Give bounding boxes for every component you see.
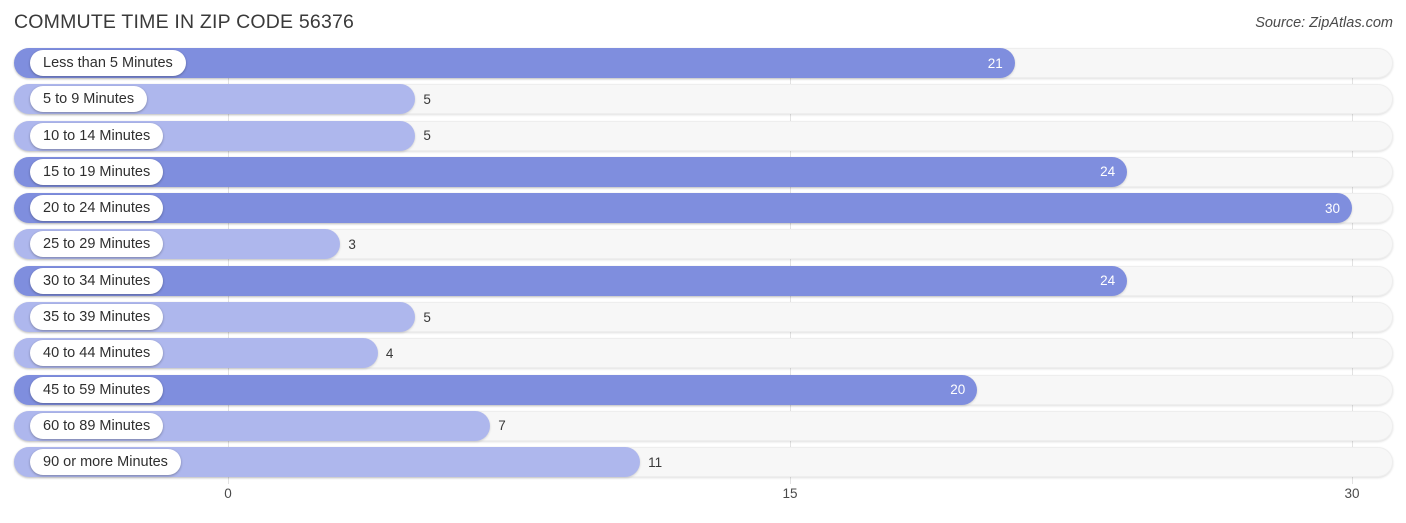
bar-row: 5 to 9 Minutes 5	[0, 84, 1406, 115]
bar-value-label: 5	[423, 309, 431, 325]
plot-area: Less than 5 Minutes 21 5 to 9 Minutes 5 10 t…	[0, 48, 1406, 484]
category-label-pill: 40 to 44 Minutes	[30, 340, 164, 367]
bar-row: 15 to 19 Minutes 24	[0, 156, 1406, 187]
category-label-pill: 10 to 14 Minutes	[30, 122, 164, 149]
page-title: COMMUTE TIME IN ZIP CODE 56376	[14, 11, 355, 33]
bar-row: 25 to 29 Minutes 3	[0, 229, 1406, 260]
bar-row: 60 to 89 Minutes 7	[0, 410, 1406, 441]
bar-value-label: 20	[950, 382, 966, 398]
category-label-pill: 5 to 9 Minutes	[30, 86, 148, 113]
bar-row: 20 to 24 Minutes 30	[0, 193, 1406, 224]
bar-value-label: 5	[423, 128, 431, 144]
x-tick-label: 0	[224, 486, 232, 501]
bar-row: 10 to 14 Minutes 5	[0, 120, 1406, 151]
bar[interactable]	[14, 193, 1352, 224]
category-label-pill: 30 to 34 Minutes	[30, 267, 164, 294]
category-label-pill: Less than 5 Minutes	[30, 50, 186, 76]
bar-value-label: 21	[987, 55, 1003, 71]
category-label-pill: 15 to 19 Minutes	[30, 158, 164, 185]
bar-row: 40 to 44 Minutes 4	[0, 338, 1406, 369]
category-label-pill: 35 to 39 Minutes	[30, 304, 164, 331]
bar-value-label: 3	[348, 236, 356, 252]
source-attribution: Source: ZipAtlas.com	[1255, 15, 1393, 31]
bar-row: 35 to 39 Minutes 5	[0, 302, 1406, 333]
commute-time-bar-chart: COMMUTE TIME IN ZIP CODE 56376 Source: Z…	[0, 0, 1406, 523]
bar-value-label: 11	[648, 454, 663, 470]
bar[interactable]	[14, 265, 1128, 296]
bar-value-label: 24	[1100, 273, 1116, 289]
category-label-pill: 60 to 89 Minutes	[30, 412, 164, 439]
bar-value-label: 5	[423, 91, 431, 107]
bar-rows: Less than 5 Minutes 21 5 to 9 Minutes 5 10 t…	[0, 48, 1406, 484]
bar-value-label: 7	[498, 418, 506, 434]
x-tick-label: 15	[782, 486, 798, 501]
bar-value-label: 24	[1100, 164, 1116, 180]
bar-row: Less than 5 Minutes 21	[0, 48, 1406, 78]
bar-row: 90 or more Minutes 11	[0, 447, 1406, 478]
bar-row: 45 to 59 Minutes 20	[0, 374, 1406, 405]
bar-value-label: 30	[1324, 200, 1340, 216]
category-label-pill: 20 to 24 Minutes	[30, 195, 164, 222]
bar-row: 30 to 34 Minutes 24	[0, 265, 1406, 296]
x-axis: 0 15 30	[0, 486, 1406, 516]
category-label-pill: 90 or more Minutes	[30, 449, 181, 476]
category-label-pill: 25 to 29 Minutes	[30, 231, 164, 258]
x-tick-label: 30	[1344, 486, 1360, 501]
bar-value-label: 4	[385, 345, 394, 361]
bar[interactable]	[14, 156, 1128, 187]
category-label-pill: 45 to 59 Minutes	[30, 376, 164, 403]
